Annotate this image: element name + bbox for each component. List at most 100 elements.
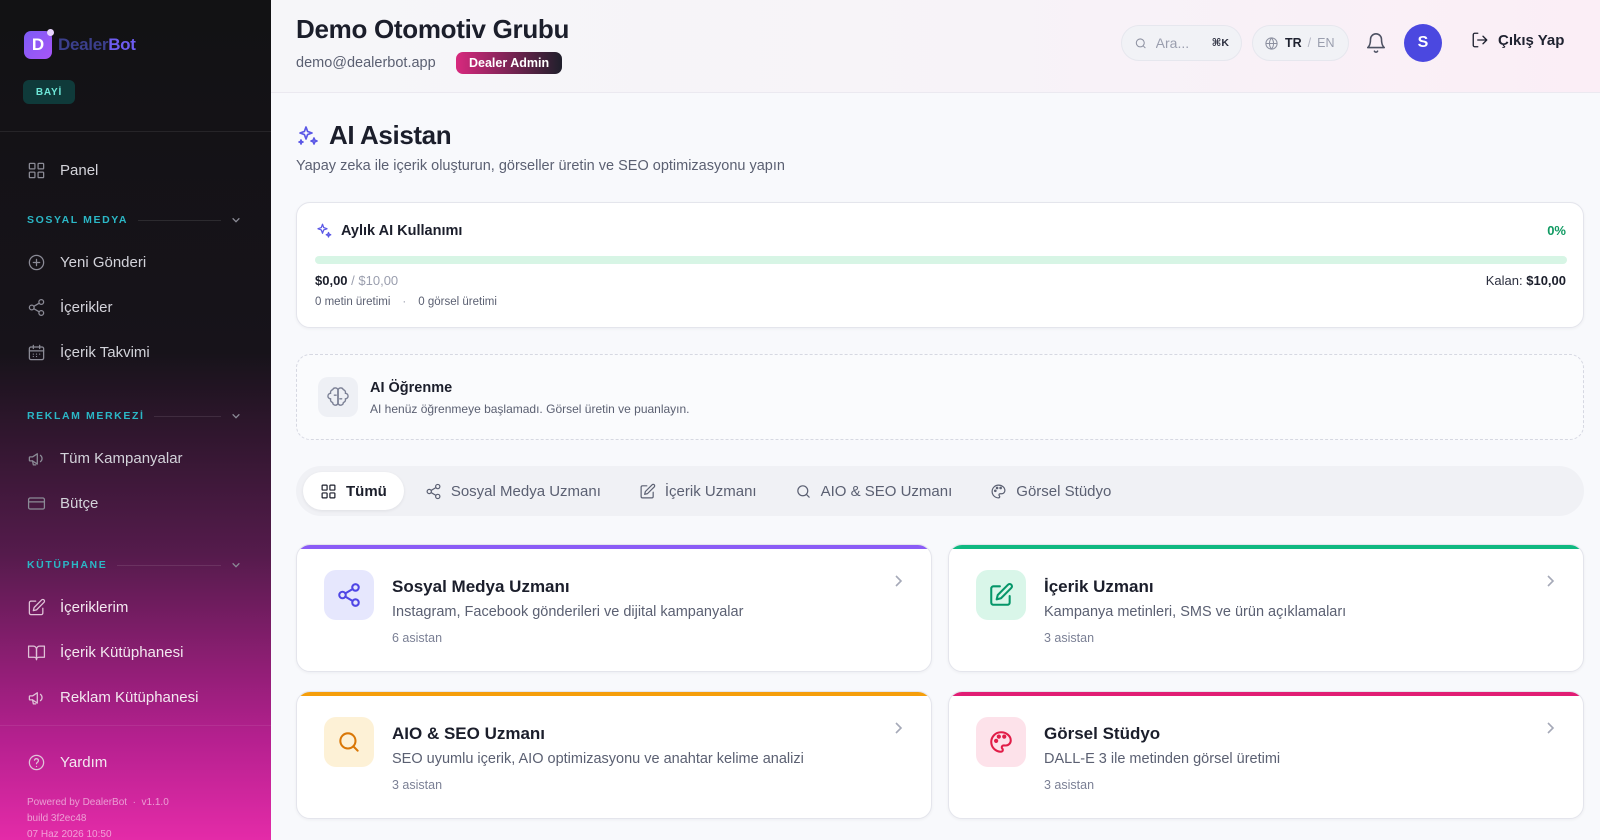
language-switcher[interactable]: TR / EN [1252,25,1349,61]
avatar[interactable]: S [1404,24,1442,62]
role-badge: Dealer Admin [456,52,563,74]
agent-title: İçerik Uzmanı [1044,577,1154,596]
section-library[interactable]: KÜTÜPHANE [27,558,241,572]
usage-counts: 0 metin üretimi · 0 görsel üretimi [315,296,497,308]
sidebar-item-contents[interactable]: İçerikler [27,295,113,319]
brain-icon [327,387,349,406]
sidebar-item-campaigns[interactable]: Tüm Kampanyalar [27,446,183,470]
sparkles-icon [298,125,318,145]
edit-icon [28,598,46,615]
sidebar-item-label: Panel [60,161,99,179]
megaphone-icon [28,691,43,704]
tab-social-media[interactable]: Sosyal Medya Uzmanı [408,472,618,510]
share-icon [426,483,441,499]
help-circle-icon [28,754,45,770]
sparkles-icon [317,223,332,238]
chevron-right-icon [895,722,903,734]
sidebar-divider [0,725,271,726]
sidebar-item-calendar[interactable]: İçerik Takvimi [27,340,150,364]
agent-title: Görsel Stüdyo [1044,724,1161,743]
sidebar-item-panel[interactable]: Panel [27,158,98,182]
megaphone-icon [28,452,43,465]
sidebar-item-help[interactable]: Yardım [27,750,107,774]
grid-icon [28,162,45,178]
sidebar-item-label: İçerikler [60,298,113,316]
section-ad-center[interactable]: REKLAM MERKEZİ [27,409,241,423]
usage-percent: 0% [1547,223,1566,238]
section-social-media[interactable]: SOSYAL MEDYA [27,213,241,227]
usage-progress-bar [315,256,1567,264]
chevron-right-icon [1547,722,1555,734]
share-icon [338,583,360,607]
agent-card-visual-studio[interactable]: Görsel Stüdyo DALL-E 3 ile metinden görs… [948,691,1584,819]
sidebar-item-label: İçerik Kütüphanesi [60,643,184,661]
usage-card: Aylık AI Kullanımı 0% $0,00 / $10,00 Kal… [296,202,1584,328]
lang-en[interactable]: EN [1317,36,1334,50]
chevron-right-icon [1547,575,1555,587]
notifications-button[interactable] [1365,32,1387,54]
search-box[interactable]: ⌘K [1121,25,1242,61]
plus-circle-icon [28,254,45,270]
agent-description: DALL-E 3 ile metinden görsel üretimi [1044,751,1281,767]
sidebar-item-label: Bütçe [60,494,99,512]
page-heading: AI Asistan [296,120,452,151]
brand[interactable]: D DealerBot [24,29,136,59]
logout-icon [1472,32,1488,48]
tab-all[interactable]: Tümü [303,472,404,510]
learning-description: AI henüz öğrenmeye başlamadı. Görsel üre… [370,402,690,416]
lang-tr[interactable]: TR [1285,36,1302,50]
sidebar-item-label: Yeni Gönderi [60,253,147,271]
sidebar-item-label: Reklam Kütüphanesi [60,688,199,706]
palette-icon [990,731,1012,753]
credit-card-icon [27,496,46,510]
sidebar-item-my-contents[interactable]: İçeriklerim [27,595,128,619]
edit-icon [640,483,656,498]
agent-card-content[interactable]: İçerik Uzmanı Kampanya metinleri, SMS ve… [948,544,1584,672]
tab-visual-studio[interactable]: Görsel Stüdyo [973,472,1128,510]
sidebar-item-content-library[interactable]: İçerik Kütüphanesi [27,640,183,664]
palette-icon [991,484,1006,498]
agent-description: Kampanya metinleri, SMS ve ürün açıklama… [1044,604,1347,620]
agent-card-seo[interactable]: AIO & SEO Uzmanı SEO uyumlu içerik, AIO … [296,691,932,819]
sidebar-item-label: İçerik Takvimi [60,343,150,361]
search-icon [339,732,359,752]
sidebar-item-ad-library[interactable]: Reklam Kütüphanesi [27,685,198,709]
search-icon [1135,37,1146,48]
sidebar-item-new-post[interactable]: Yeni Gönderi [27,250,146,274]
agent-description: Instagram, Facebook gönderileri ve dijit… [392,604,744,620]
agent-title: Sosyal Medya Uzmanı [392,577,570,596]
top-header: Demo Otomotiv Grubu demo@dealerbot.app D… [271,0,1600,93]
chevron-down-icon [232,217,240,223]
sidebar-item-label: Tüm Kampanyalar [60,449,183,467]
share-icon [28,298,45,316]
book-open-icon [27,645,46,660]
sidebar-item-label: İçeriklerim [60,598,129,616]
usage-remaining: Kalan: $10,00 [1485,273,1566,288]
usage-title: Aylık AI Kullanımı [341,223,463,239]
sidebar-item-budget[interactable]: Bütçe [27,491,98,515]
sidebar-item-label: Yardım [60,753,108,771]
brand-logo: D [24,29,54,59]
tab-seo[interactable]: AIO & SEO Uzmanı [778,472,970,510]
learning-title: AI Öğrenme [370,380,453,396]
organization-name: Demo Otomotiv Grubu [296,14,570,44]
chevron-down-icon [232,413,240,419]
usage-amounts: $0,00 / $10,00 [315,273,399,288]
globe-icon [1265,36,1278,50]
sidebar-divider [0,131,271,132]
search-input[interactable] [1155,35,1204,51]
agent-title: AIO & SEO Uzmanı [392,724,546,743]
dealer-badge: BAYİ [23,80,75,104]
agent-count: 6 asistan [392,631,443,645]
chevron-right-icon [895,575,903,587]
grid-icon [321,484,336,498]
agent-card-social-media[interactable]: Sosyal Medya Uzmanı Instagram, Facebook … [296,544,932,672]
bell-icon [1366,33,1386,53]
tab-content[interactable]: İçerik Uzmanı [622,472,774,510]
brand-name: DealerBot [58,35,136,54]
page-subtitle: Yapay zeka ile içerik oluşturun, görsell… [296,158,785,174]
build-info: Powered by DealerBot · v1.1.0 build 3f2e… [27,797,169,840]
user-email: demo@dealerbot.app [296,55,436,71]
agent-description: SEO uyumlu içerik, AIO optimizasyonu ve … [392,751,804,767]
logout-button[interactable]: Çıkış Yap [1471,31,1564,49]
